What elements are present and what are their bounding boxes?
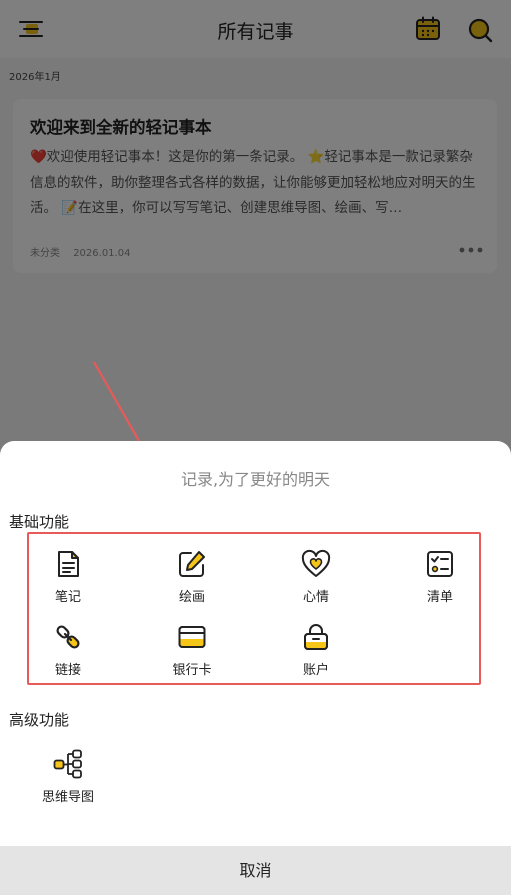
draw-icon — [179, 551, 205, 577]
feature-link-label: 链接 — [54, 663, 81, 678]
link-icon — [56, 625, 80, 649]
feature-link[interactable]: 链接 — [33, 622, 103, 678]
feature-mood-label: 心情 — [302, 590, 329, 605]
feature-bank-card[interactable]: 银行卡 — [157, 622, 227, 678]
mindmap-icon — [53, 749, 82, 779]
feature-note[interactable]: 笔记 — [33, 549, 103, 605]
bottom-sheet: 记录,为了更好的明天 基础功能 笔记 绘画 心情 清单 链接 银行卡 账户 高级… — [0, 441, 511, 895]
feature-account-label: 账户 — [302, 663, 329, 678]
feature-draw[interactable]: 绘画 — [157, 549, 227, 605]
feature-mindmap-label: 思维导图 — [41, 790, 94, 805]
feature-note-label: 笔记 — [54, 590, 81, 605]
feature-account[interactable]: 账户 — [281, 622, 351, 678]
note-icon — [58, 551, 79, 577]
feature-draw-label: 绘画 — [178, 590, 205, 605]
checklist-icon — [427, 551, 453, 577]
mood-icon — [301, 549, 331, 577]
feature-checklist-label: 清单 — [426, 590, 453, 605]
cancel-button[interactable]: 取消 — [0, 846, 511, 895]
feature-bank-card-label: 银行卡 — [172, 663, 212, 678]
feature-mindmap[interactable]: 思维导图 — [33, 749, 103, 805]
advanced-section-label: 高级功能 — [9, 711, 70, 729]
sheet-title: 记录,为了更好的明天 — [180, 470, 331, 489]
feature-mood[interactable]: 心情 — [281, 549, 351, 605]
basic-section-label: 基础功能 — [9, 513, 70, 531]
bank-card-icon — [178, 626, 206, 648]
account-icon — [304, 624, 328, 650]
feature-checklist[interactable]: 清单 — [405, 549, 475, 605]
